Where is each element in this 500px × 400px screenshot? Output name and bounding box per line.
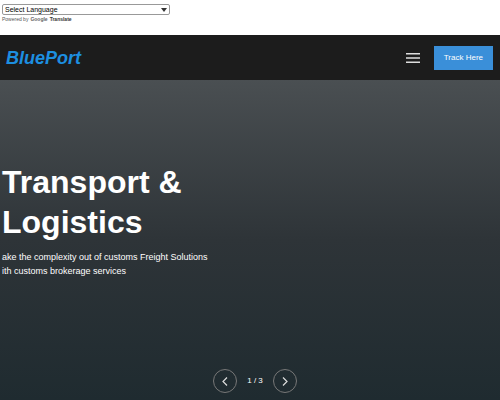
hero: Transport &Logistics ake the complexity o… <box>0 80 500 400</box>
next-button[interactable] <box>273 369 297 393</box>
chevron-left-icon <box>222 377 228 386</box>
translate-bar: Select LanguagePowered byGoogleTranslate <box>0 0 500 35</box>
track-button[interactable]: Track Here <box>434 46 493 70</box>
logo[interactable]: BluePort <box>6 47 81 69</box>
hero-title: Transport & <box>2 162 500 202</box>
translate-link[interactable]: Translate <box>50 16 72 23</box>
slide-counter: 1 / 3 <box>247 376 263 386</box>
menu-icon[interactable] <box>406 53 420 63</box>
powered-by: Powered byGoogleTranslate <box>2 16 72 23</box>
page: Select LanguagePowered byGoogleTranslate… <box>0 0 500 400</box>
dropdown-arrow-icon <box>161 8 167 12</box>
prev-button[interactable] <box>213 369 237 393</box>
hero-title: Logistics <box>2 202 500 242</box>
google-logo: Google <box>30 16 47 23</box>
language-select[interactable]: Select Language <box>2 4 170 15</box>
chevron-right-icon <box>282 377 288 386</box>
hero-subtitle: ith customs brokerage services <box>2 264 500 278</box>
hero-subtitle: ake the complexity out of customs Freigh… <box>2 250 500 264</box>
header: BluePort Track Here <box>0 35 500 80</box>
slider-controls: 1 / 3 <box>0 369 500 400</box>
hero-text: Transport &Logistics ake the complexity o… <box>0 80 500 278</box>
